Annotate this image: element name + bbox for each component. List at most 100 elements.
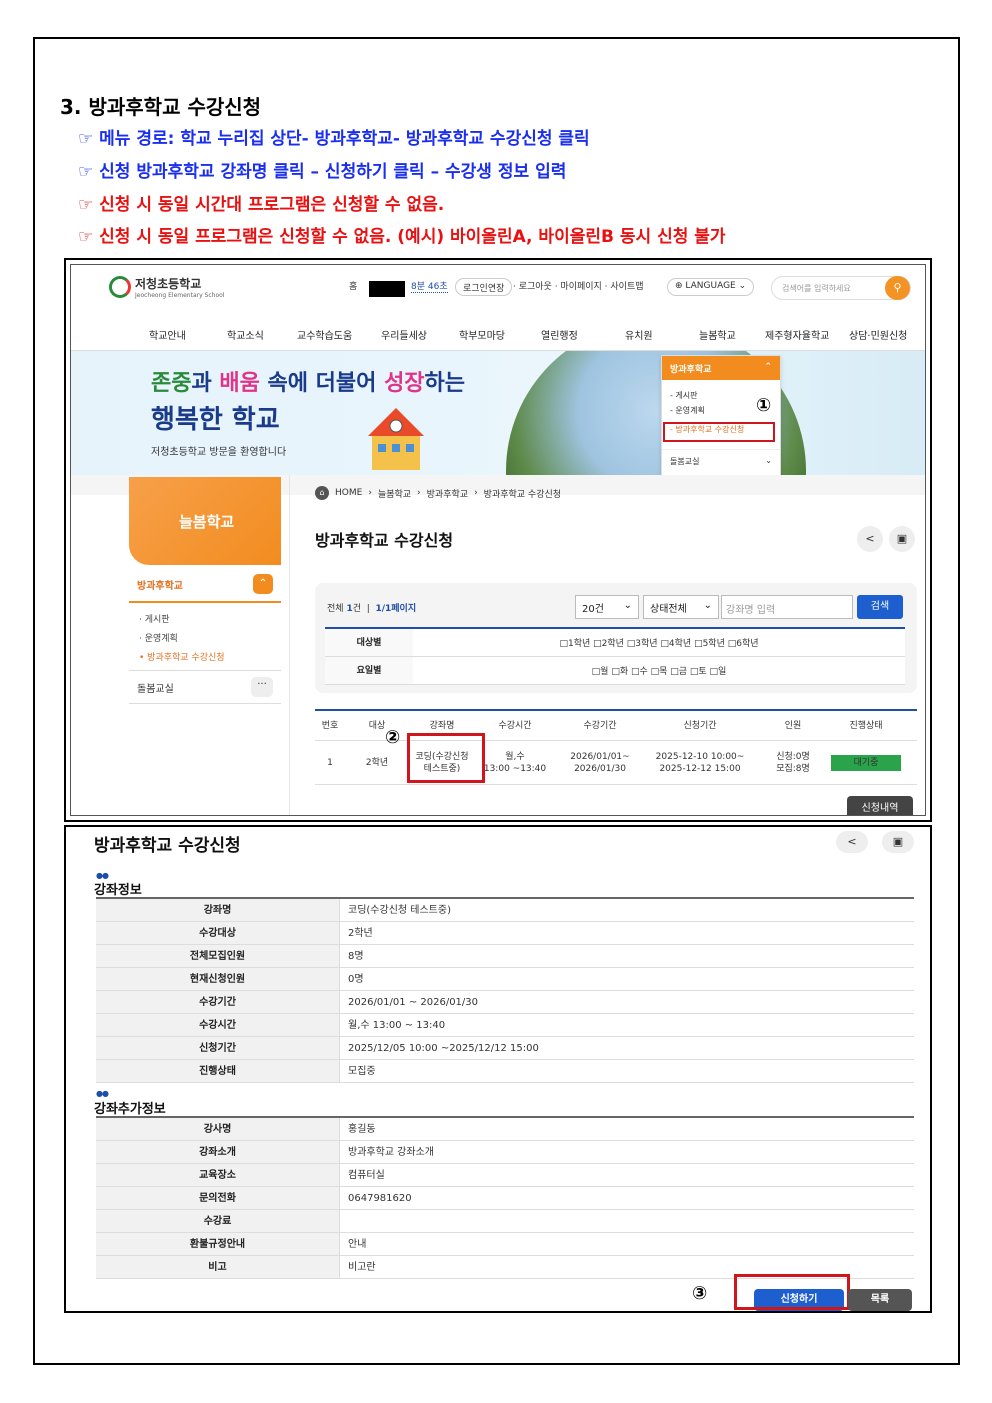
dropdown-head[interactable]: 방과후학교 ⌃	[662, 356, 780, 380]
table-row: 문의전화 0647981620	[96, 1187, 914, 1210]
course-info-table: 강좌명 코딩(수강신청 테스트중) 수강대상 2학년 전체모집인원 8명 현재신청인원…	[96, 897, 914, 1083]
gnb-item-neulbom[interactable]: 늘봄학교	[699, 327, 736, 342]
row-value: 2학년	[348, 928, 373, 939]
gnb-item[interactable]: 유치원	[625, 327, 653, 342]
snb-group2-label: 돌봄교실	[137, 683, 174, 695]
chevron-right-icon: ›	[474, 488, 478, 498]
login-extend-button[interactable]: 로그인연장	[455, 278, 513, 296]
grade-checkboxes[interactable]: □1학년 □2학년 □3학년 □4학년 □5학년 □6학년	[413, 636, 905, 649]
gnb-item[interactable]: 학교안내	[149, 327, 186, 342]
course-search-input[interactable]: 강좌명 입력	[721, 595, 853, 619]
highlight-box-3	[734, 1274, 850, 1310]
gnb-item[interactable]: 학교소식	[227, 327, 264, 342]
apply-start: 2025-12-10 10:00~	[655, 751, 745, 762]
banner-welcome: 저청초등학교 방문을 환영합니다	[151, 447, 287, 458]
detail-screenshot: 방과후학교 수강신청 < ▣ ●● 강좌정보 강좌명 코딩(수강신청 테스트중) …	[64, 825, 932, 1313]
snb-sub-apply[interactable]: • 방과후학교 수강신청	[129, 647, 281, 666]
row-value: 코딩(수강신청 테스트중)	[348, 905, 451, 916]
row-label: 환불규정안내	[96, 1233, 340, 1255]
per-page-select[interactable]: 20건 ⌄	[575, 595, 639, 619]
slogan-word: 배움	[219, 371, 260, 396]
more-icon[interactable]: ···	[251, 677, 273, 697]
page-title: 방과후학교 수강신청	[315, 531, 454, 550]
page-info: 1/1페이지	[375, 604, 417, 614]
table-header: 번호 대상 강좌명 수강시간 수강기간 신청기간 인원 진행상태	[315, 711, 917, 741]
search-icon[interactable]: ⚲	[885, 276, 910, 300]
row-label: 수강료	[96, 1210, 340, 1232]
row-value: 월,수 13:00 ~ 13:40	[348, 1020, 446, 1031]
snb-group2[interactable]: 돌봄교실 ···	[129, 670, 281, 704]
global-nav: 학교안내 학교소식 교수학습도움 우리들세상 학부모마당 열린행정 유치원 늘봄…	[71, 315, 925, 351]
row-value: 0명	[348, 974, 364, 985]
cell-people: 신청:0명 모집:8명	[755, 751, 831, 775]
table-row: 1 2학년 코딩(수강신청 테스트중) 월,수 13:00 ~13:40 2026…	[315, 741, 917, 785]
column-header: 인원	[784, 720, 802, 731]
section-dots-icon: ●●	[96, 1089, 109, 1098]
language-select[interactable]: ⊕ LANGUAGE ⌄	[667, 278, 755, 296]
list-button[interactable]: 목록	[848, 1289, 912, 1311]
chevron-up-icon[interactable]: ⌃	[253, 574, 273, 594]
gnb-item[interactable]: 교수학습도움	[297, 327, 352, 342]
row-label: 문의전화	[96, 1187, 340, 1209]
slogan-word: 존중	[151, 371, 192, 396]
gnb-item[interactable]: 제주형자율학교	[765, 327, 829, 342]
share-icon[interactable]: <	[857, 526, 883, 552]
slogan-word: 성장	[384, 371, 425, 396]
people-applied: 신청:0명	[776, 751, 810, 762]
gnb-item[interactable]: 우리들세상	[381, 327, 427, 342]
chevron-down-icon: ⌄	[703, 600, 712, 611]
cell-time: 월,수 13:00 ~13:40	[475, 751, 555, 775]
result-count: 전체 1건 | 1/1페이지	[327, 604, 417, 614]
detail-title: 방과후학교 수강신청	[94, 836, 241, 856]
column-header: 강좌명	[429, 720, 455, 731]
gnb-item[interactable]: 열린행정	[541, 327, 578, 342]
logo-sub: Jeocheong Elementary School	[135, 292, 225, 299]
step-marker-3: ③	[692, 1283, 708, 1304]
row-value: 방과후학교 강좌소개	[348, 1147, 434, 1158]
course-list-table: 번호 대상 강좌명 수강시간 수강기간 신청기간 인원 진행상태 1 2학년 코…	[315, 709, 917, 785]
gnb-item[interactable]: 상담·민원신청	[849, 327, 907, 342]
top-utility-bar: 저청초등학교 Jeocheong Elementary School 홈 8분 …	[71, 265, 925, 311]
table-row: 수강기간 2026/01/01 ~ 2026/01/30	[96, 991, 914, 1014]
chevron-up-icon: ⌃	[764, 362, 772, 372]
main-banner: 존중과 배움 속에 더불어 성장하는 행복한 학교 저청초등학교 방문을 환영합…	[71, 351, 925, 475]
afterschool-dropdown: 방과후학교 ⌃ - 게시판 - 운영계획 - 방과후학교 수강신청 돌봄교실 ⌄	[661, 355, 781, 481]
breadcrumb-item[interactable]: 방과후학교	[427, 487, 468, 500]
cell-target: 2학년	[365, 757, 389, 768]
filter-row-target: 대상별 □1학년 □2학년 □3학년 □4학년 □5학년 □6학년	[325, 629, 905, 657]
search-button[interactable]: 검색	[857, 595, 903, 619]
dropdown-care[interactable]: 돌봄교실 ⌄	[662, 449, 780, 469]
home-link[interactable]: 홈	[349, 279, 357, 292]
share-icon[interactable]: <	[836, 831, 868, 853]
redacted-box	[369, 281, 405, 297]
breadcrumb: ⌂ HOME › 늘봄학교 › 방과후학교 › 방과후학교 수강신청	[315, 486, 561, 500]
util-links[interactable]: · 로그아웃 · 마이페이지 · 사이트맵	[513, 279, 644, 292]
gnb-item[interactable]: 학부모마당	[459, 327, 505, 342]
row-label: 수강대상	[96, 922, 340, 944]
dropdown-head-label: 방과후학교	[670, 365, 712, 375]
breadcrumb-item[interactable]: HOME	[335, 488, 362, 498]
row-label: 수강기간	[96, 991, 340, 1013]
snb-group[interactable]: 방과후학교 ⌃	[129, 567, 281, 603]
row-value	[340, 1210, 914, 1232]
language-label: LANGUAGE	[685, 281, 736, 291]
snb-sub-board[interactable]: · 게시판	[129, 609, 281, 628]
history-button[interactable]: 신청내역	[847, 796, 913, 815]
step-marker-1: ①	[756, 395, 772, 416]
cell-no: 1	[327, 757, 333, 768]
slogan-word: 하는	[424, 371, 466, 396]
print-icon[interactable]: ▣	[882, 831, 914, 853]
column-header: 신청기간	[683, 720, 717, 731]
print-icon[interactable]: ▣	[889, 526, 915, 552]
logo-name: 저청초등학교	[135, 277, 202, 291]
table-row: 수강료	[96, 1210, 914, 1233]
school-logo[interactable]: 저청초등학교 Jeocheong Elementary School	[109, 275, 224, 299]
day-checkboxes[interactable]: □월 □화 □수 □목 □금 □토 □일	[413, 664, 905, 677]
snb-sub-plan[interactable]: · 운영계획	[129, 628, 281, 647]
cell-apply-period: 2025-12-10 10:00~ 2025-12-12 15:00	[645, 751, 755, 775]
breadcrumb-item[interactable]: 늘봄학교	[378, 487, 411, 500]
period-end: 2026/01/30	[574, 763, 626, 774]
status-select[interactable]: 상태전체 ⌄	[643, 595, 719, 619]
row-label: 전체모집인원	[96, 945, 340, 967]
banner-slogan-2: 행복한 학교	[151, 405, 280, 435]
